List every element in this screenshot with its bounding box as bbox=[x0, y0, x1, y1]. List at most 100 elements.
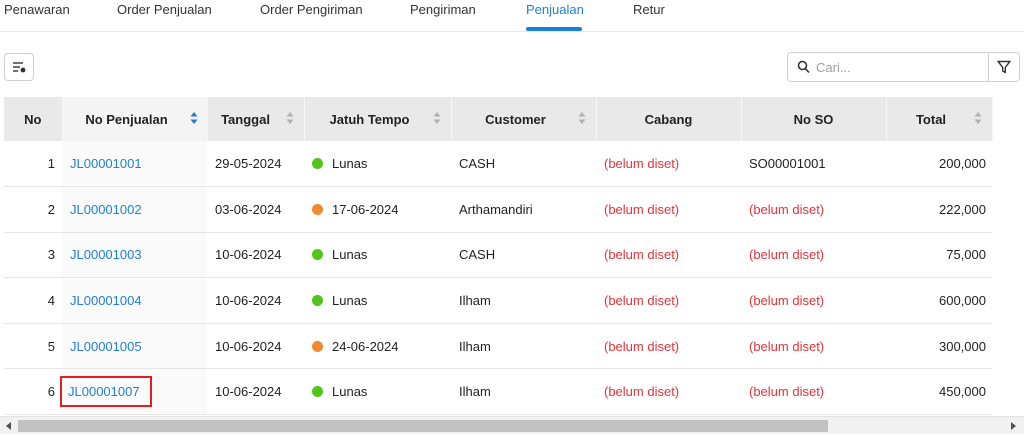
due-date: 17-06-2024 bbox=[332, 201, 399, 217]
branch-value: (belum diset) bbox=[596, 323, 741, 370]
row-number: 1 bbox=[4, 141, 62, 188]
table-row[interactable]: 6 JL00001007 10-06-2024 Lunas Ilham (bel… bbox=[4, 368, 992, 415]
column-header-customer[interactable]: Customer bbox=[451, 97, 597, 141]
column-header-tanggal[interactable]: Tanggal bbox=[207, 97, 305, 141]
row-number: 3 bbox=[4, 232, 62, 279]
sale-number-link[interactable]: JL00001003 bbox=[70, 247, 142, 262]
total-amount: 450,000 bbox=[886, 368, 992, 415]
customer-name: Ilham bbox=[451, 277, 596, 324]
branch-value: (belum diset) bbox=[596, 277, 741, 324]
total-amount: 300,000 bbox=[886, 323, 992, 370]
table-row[interactable]: 4 JL00001004 10-06-2024 Lunas Ilham (bel… bbox=[4, 277, 992, 324]
row-number: 2 bbox=[4, 186, 62, 233]
due-date-cell: Lunas bbox=[304, 141, 451, 188]
due-date: 24-06-2024 bbox=[332, 338, 399, 354]
table-row[interactable]: 5 JL00001005 10-06-2024 24-06-2024 Ilham… bbox=[4, 323, 992, 370]
search-icon bbox=[797, 60, 810, 74]
customer-name: CASH bbox=[451, 141, 596, 188]
sale-number-link[interactable]: JL00001002 bbox=[70, 202, 142, 217]
scrollbar-thumb[interactable] bbox=[18, 420, 828, 432]
funnel-filter-button[interactable] bbox=[989, 52, 1020, 82]
paid-status-dot-icon bbox=[312, 158, 323, 170]
column-header-total[interactable]: Total bbox=[886, 97, 993, 141]
due-date: Lunas bbox=[332, 247, 368, 263]
caret-left-icon bbox=[6, 422, 11, 430]
tab-order-pengiriman[interactable]: Order Pengiriman bbox=[260, 2, 363, 17]
paid-status-dot-icon bbox=[312, 249, 323, 261]
due-date-cell: 17-06-2024 bbox=[304, 186, 451, 233]
sale-number-link[interactable]: JL00001001 bbox=[70, 156, 142, 171]
total-amount: 200,000 bbox=[886, 141, 992, 188]
due-date-cell: 24-06-2024 bbox=[304, 323, 451, 370]
sort-icon bbox=[578, 112, 585, 124]
column-header-cabang: Cabang bbox=[596, 97, 742, 141]
highlight-box: JL00001007 bbox=[60, 376, 152, 408]
sale-date: 10-06-2024 bbox=[207, 277, 304, 324]
sale-date: 03-06-2024 bbox=[207, 186, 304, 233]
sort-icon bbox=[433, 112, 440, 124]
search-box bbox=[787, 52, 989, 82]
column-header-no: No bbox=[4, 97, 63, 141]
sales-table-container: No No Penjualan Tanggal Jatuh Tempo Cust… bbox=[4, 97, 1020, 415]
branch-value: (belum diset) bbox=[596, 232, 741, 279]
tab-penawaran[interactable]: Penawaran bbox=[4, 2, 70, 17]
sale-number-link[interactable]: JL00001007 bbox=[68, 384, 140, 399]
sale-date: 29-05-2024 bbox=[207, 141, 304, 188]
sale-number-link[interactable]: JL00001004 bbox=[70, 293, 142, 308]
funnel-icon bbox=[997, 60, 1011, 74]
row-number: 6 bbox=[4, 368, 62, 415]
due-date: Lunas bbox=[332, 293, 368, 309]
sales-table: No No Penjualan Tanggal Jatuh Tempo Cust… bbox=[4, 97, 993, 415]
sale-date: 10-06-2024 bbox=[207, 368, 304, 415]
row-number: 4 bbox=[4, 277, 62, 324]
due-date-cell: Lunas bbox=[304, 232, 451, 279]
sale-number-link[interactable]: JL00001005 bbox=[70, 339, 142, 354]
table-row[interactable]: 1 JL00001001 29-05-2024 Lunas CASH (belu… bbox=[4, 141, 992, 188]
sort-icon bbox=[974, 112, 981, 124]
active-tab-indicator bbox=[526, 27, 582, 31]
tab-order-penjualan[interactable]: Order Penjualan bbox=[117, 2, 212, 17]
so-number: (belum diset) bbox=[741, 186, 886, 233]
sale-date: 10-06-2024 bbox=[207, 323, 304, 370]
so-number: (belum diset) bbox=[741, 277, 886, 324]
column-header-no-penjualan[interactable]: No Penjualan bbox=[62, 97, 208, 141]
branch-value: (belum diset) bbox=[596, 368, 741, 415]
due-status-dot-icon bbox=[312, 203, 323, 215]
due-date-cell: Lunas bbox=[304, 277, 451, 324]
due-date: Lunas bbox=[332, 384, 368, 400]
total-amount: 600,000 bbox=[886, 277, 992, 324]
tab-bar: Penawaran Order Penjualan Order Pengirim… bbox=[0, 0, 1024, 32]
due-date-cell: Lunas bbox=[304, 368, 451, 415]
so-number: (belum diset) bbox=[741, 323, 886, 370]
so-number: (belum diset) bbox=[741, 368, 886, 415]
paid-status-dot-icon bbox=[312, 386, 323, 398]
column-header-jatuh-tempo[interactable]: Jatuh Tempo bbox=[304, 97, 452, 141]
paid-status-dot-icon bbox=[312, 295, 323, 307]
customer-name: CASH bbox=[451, 232, 596, 279]
customer-name: Ilham bbox=[451, 323, 596, 370]
tab-pengiriman[interactable]: Pengiriman bbox=[410, 2, 476, 17]
sort-filter-icon bbox=[13, 62, 26, 73]
due-date: Lunas bbox=[332, 156, 368, 172]
scroll-right-button[interactable] bbox=[1006, 419, 1020, 433]
so-number: SO00001001 bbox=[741, 141, 886, 188]
search-input[interactable] bbox=[816, 57, 984, 77]
so-number: (belum diset) bbox=[741, 232, 886, 279]
caret-right-icon bbox=[1011, 422, 1016, 430]
customer-name: Arthamandiri bbox=[451, 186, 596, 233]
sale-date: 10-06-2024 bbox=[207, 232, 304, 279]
table-row[interactable]: 3 JL00001003 10-06-2024 Lunas CASH (belu… bbox=[4, 232, 992, 279]
total-amount: 222,000 bbox=[886, 186, 992, 233]
tab-retur[interactable]: Retur bbox=[633, 2, 665, 17]
sort-filter-button[interactable] bbox=[4, 53, 34, 81]
table-row[interactable]: 2 JL00001002 03-06-2024 17-06-2024 Artha… bbox=[4, 186, 992, 233]
scroll-left-button[interactable] bbox=[2, 419, 16, 433]
column-header-no-so: No SO bbox=[741, 97, 887, 141]
sort-ascending-icon bbox=[190, 112, 197, 124]
total-amount: 75,000 bbox=[886, 232, 992, 279]
branch-value: (belum diset) bbox=[596, 141, 741, 188]
tab-penjualan[interactable]: Penjualan bbox=[526, 2, 584, 17]
customer-name: Ilham bbox=[451, 368, 596, 415]
sort-icon bbox=[286, 112, 293, 124]
horizontal-scrollbar[interactable] bbox=[0, 416, 1024, 434]
